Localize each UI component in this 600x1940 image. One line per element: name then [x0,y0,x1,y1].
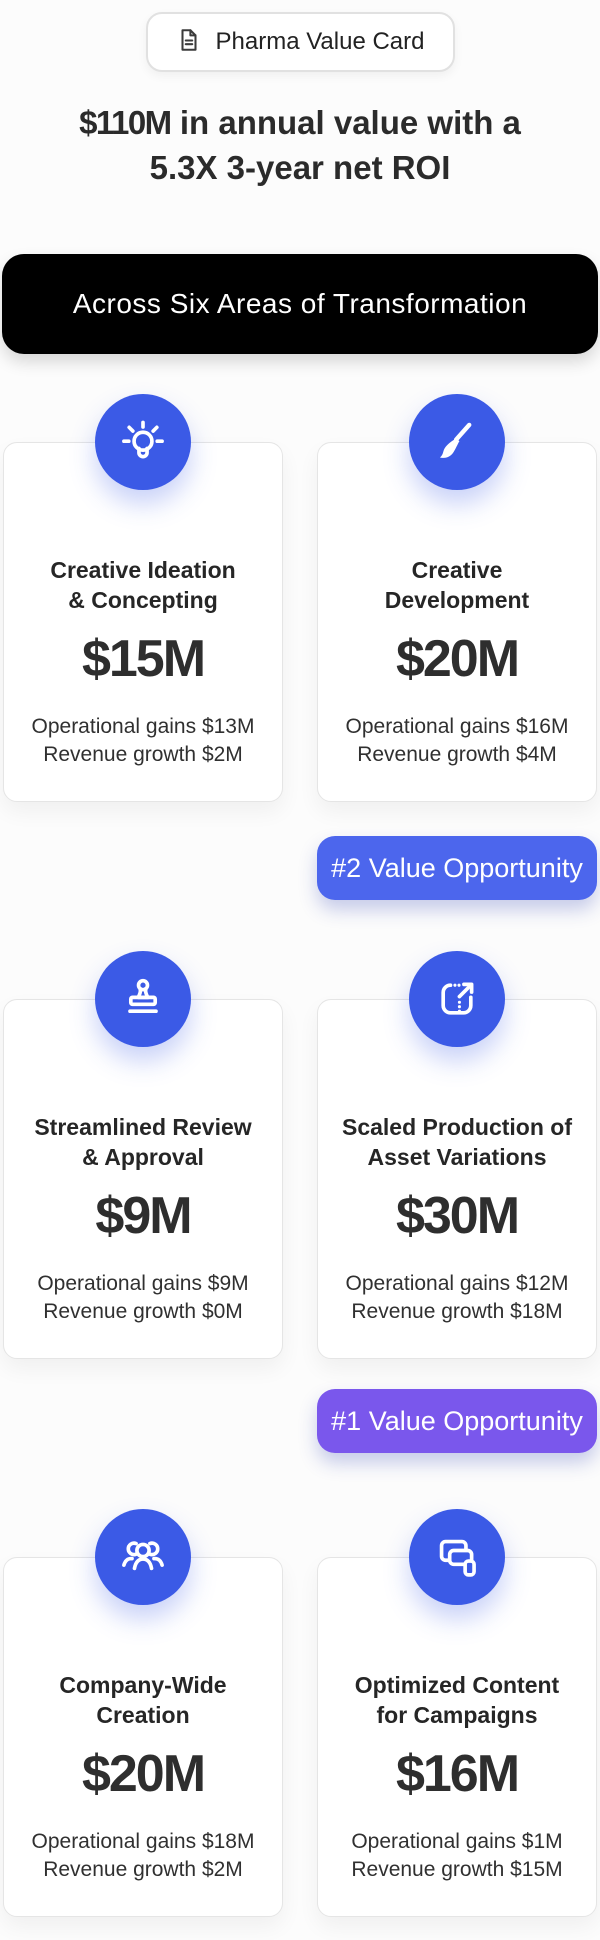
card-details: Operational gains $12M Revenue growth $1… [318,1270,596,1326]
pill-label: Pharma Value Card [216,28,425,56]
card-value: $20M [4,1744,282,1804]
operational-gains: Operational gains $13M [4,713,282,741]
pharma-value-card-pill: Pharma Value Card [146,12,455,72]
card-creative-development: Creative Development $20M Operational ga… [317,442,597,802]
operational-gains: Operational gains $16M [318,713,596,741]
revenue-growth: Revenue growth $15M [318,1856,596,1884]
card-value: $30M [318,1186,596,1246]
operational-gains: Operational gains $18M [4,1828,282,1856]
card-value: $20M [318,629,596,689]
revenue-growth: Revenue growth $4M [318,741,596,769]
revenue-growth: Revenue growth $2M [4,1856,282,1884]
revenue-growth: Revenue growth $2M [4,741,282,769]
card-value: $15M [4,629,282,689]
icon-circle [409,1509,505,1605]
card-details: Operational gains $16M Revenue growth $4… [318,713,596,769]
badge-row-1: #2 Value Opportunity [0,836,600,900]
headline: $110M in annual value with a 5.3X 3-year… [0,100,600,190]
icon-circle [95,394,191,490]
operational-gains: Operational gains $9M [4,1270,282,1298]
operational-gains: Operational gains $12M [318,1270,596,1298]
scale-export-icon [431,973,483,1025]
operational-gains: Operational gains $1M [318,1828,596,1856]
card-details: Operational gains $18M Revenue growth $2… [4,1828,282,1884]
cards-row-3: Company-Wide Creation $20M Operational g… [0,1557,600,1917]
cards-row-2: Streamlined Review & Approval $9M Operat… [0,999,600,1359]
headline-line-2: 5.3X 3-year net ROI [0,145,600,190]
icon-circle [95,951,191,1047]
lightbulb-idea-icon [117,416,169,468]
cards-row-1: Creative Ideation & Concepting $15M Oper… [0,442,600,802]
revenue-growth: Revenue growth $0M [4,1298,282,1326]
revenue-growth: Revenue growth $18M [318,1298,596,1326]
pharma-value-card-page: Pharma Value Card $110M in annual value … [0,0,600,1940]
card-optimized-content: Optimized Content for Campaigns $16M Ope… [317,1557,597,1917]
icon-circle [409,394,505,490]
value-opportunity-badge-1: #1 Value Opportunity [317,1389,597,1453]
people-group-icon [117,1531,169,1583]
value-opportunity-badge-2: #2 Value Opportunity [317,836,597,900]
badge-row-2: #1 Value Opportunity [0,1389,600,1453]
document-icon [176,27,202,58]
card-details: Operational gains $1M Revenue growth $15… [318,1828,596,1884]
content-stack-icon [431,1531,483,1583]
card-company-wide-creation: Company-Wide Creation $20M Operational g… [3,1557,283,1917]
card-details: Operational gains $13M Revenue growth $2… [4,713,282,769]
card-value: $16M [318,1744,596,1804]
headline-rest: in annual value with a [171,104,521,141]
card-creative-ideation: Creative Ideation & Concepting $15M Oper… [3,442,283,802]
card-scaled-production: Scaled Production of Asset Variations $3… [317,999,597,1359]
headline-line-1: $110M in annual value with a [0,100,600,145]
icon-circle [95,1509,191,1605]
headline-highlight: $110M [79,104,171,141]
card-value: $9M [4,1186,282,1246]
card-streamlined-review: Streamlined Review & Approval $9M Operat… [3,999,283,1359]
card-details: Operational gains $9M Revenue growth $0M [4,1270,282,1326]
icon-circle [409,951,505,1047]
approval-stamp-icon [117,973,169,1025]
transformation-banner: Across Six Areas of Transformation [2,254,598,354]
paintbrush-icon [431,416,483,468]
